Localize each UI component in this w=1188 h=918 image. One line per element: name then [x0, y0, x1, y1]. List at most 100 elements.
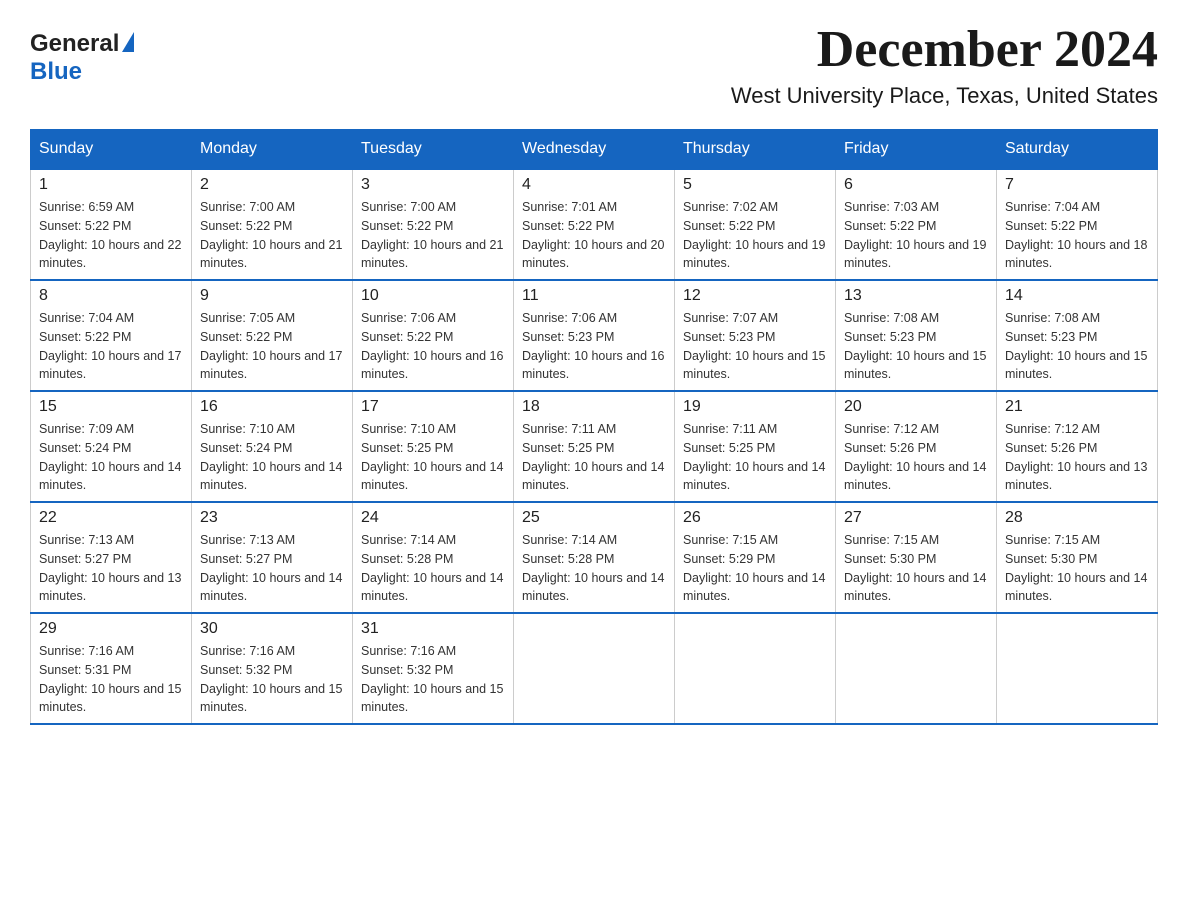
- day-number: 29: [39, 620, 183, 638]
- day-info: Sunrise: 7:04 AM Sunset: 5:22 PM Dayligh…: [39, 309, 183, 384]
- day-info: Sunrise: 7:09 AM Sunset: 5:24 PM Dayligh…: [39, 420, 183, 495]
- day-number: 11: [522, 287, 666, 305]
- day-info: Sunrise: 7:07 AM Sunset: 5:23 PM Dayligh…: [683, 309, 827, 384]
- calendar-day-21: 21 Sunrise: 7:12 AM Sunset: 5:26 PM Dayl…: [997, 391, 1158, 502]
- logo-triangle-icon: [122, 32, 134, 52]
- day-info: Sunrise: 7:16 AM Sunset: 5:32 PM Dayligh…: [361, 642, 505, 717]
- logo-general-text: General: [30, 30, 119, 58]
- logo: General Blue: [30, 30, 134, 86]
- calendar-day-10: 10 Sunrise: 7:06 AM Sunset: 5:22 PM Dayl…: [353, 280, 514, 391]
- day-info: Sunrise: 7:14 AM Sunset: 5:28 PM Dayligh…: [522, 531, 666, 606]
- day-number: 13: [844, 287, 988, 305]
- day-number: 10: [361, 287, 505, 305]
- day-number: 26: [683, 509, 827, 527]
- day-info: Sunrise: 7:11 AM Sunset: 5:25 PM Dayligh…: [522, 420, 666, 495]
- calendar-header-wednesday: Wednesday: [514, 130, 675, 170]
- day-number: 5: [683, 176, 827, 194]
- calendar-day-22: 22 Sunrise: 7:13 AM Sunset: 5:27 PM Dayl…: [31, 502, 192, 613]
- day-info: Sunrise: 7:03 AM Sunset: 5:22 PM Dayligh…: [844, 198, 988, 273]
- day-number: 18: [522, 398, 666, 416]
- day-info: Sunrise: 7:15 AM Sunset: 5:30 PM Dayligh…: [844, 531, 988, 606]
- day-number: 22: [39, 509, 183, 527]
- calendar-week-5: 29 Sunrise: 7:16 AM Sunset: 5:31 PM Dayl…: [31, 613, 1158, 724]
- calendar-week-2: 8 Sunrise: 7:04 AM Sunset: 5:22 PM Dayli…: [31, 280, 1158, 391]
- calendar-header-tuesday: Tuesday: [353, 130, 514, 170]
- calendar-day-empty: [997, 613, 1158, 724]
- calendar-day-25: 25 Sunrise: 7:14 AM Sunset: 5:28 PM Dayl…: [514, 502, 675, 613]
- calendar-day-6: 6 Sunrise: 7:03 AM Sunset: 5:22 PM Dayli…: [836, 169, 997, 280]
- day-info: Sunrise: 7:06 AM Sunset: 5:22 PM Dayligh…: [361, 309, 505, 384]
- calendar-day-empty: [675, 613, 836, 724]
- day-info: Sunrise: 7:15 AM Sunset: 5:29 PM Dayligh…: [683, 531, 827, 606]
- calendar-day-4: 4 Sunrise: 7:01 AM Sunset: 5:22 PM Dayli…: [514, 169, 675, 280]
- day-info: Sunrise: 7:13 AM Sunset: 5:27 PM Dayligh…: [39, 531, 183, 606]
- calendar-day-5: 5 Sunrise: 7:02 AM Sunset: 5:22 PM Dayli…: [675, 169, 836, 280]
- calendar-day-17: 17 Sunrise: 7:10 AM Sunset: 5:25 PM Dayl…: [353, 391, 514, 502]
- day-info: Sunrise: 7:10 AM Sunset: 5:24 PM Dayligh…: [200, 420, 344, 495]
- day-number: 31: [361, 620, 505, 638]
- calendar-day-1: 1 Sunrise: 6:59 AM Sunset: 5:22 PM Dayli…: [31, 169, 192, 280]
- calendar-header-friday: Friday: [836, 130, 997, 170]
- logo-blue-text: Blue: [30, 58, 82, 86]
- calendar-day-20: 20 Sunrise: 7:12 AM Sunset: 5:26 PM Dayl…: [836, 391, 997, 502]
- calendar-header-saturday: Saturday: [997, 130, 1158, 170]
- day-number: 12: [683, 287, 827, 305]
- calendar-day-23: 23 Sunrise: 7:13 AM Sunset: 5:27 PM Dayl…: [192, 502, 353, 613]
- calendar-day-3: 3 Sunrise: 7:00 AM Sunset: 5:22 PM Dayli…: [353, 169, 514, 280]
- day-number: 20: [844, 398, 988, 416]
- title-area: December 2024 West University Place, Tex…: [731, 20, 1158, 109]
- calendar-day-11: 11 Sunrise: 7:06 AM Sunset: 5:23 PM Dayl…: [514, 280, 675, 391]
- day-info: Sunrise: 7:05 AM Sunset: 5:22 PM Dayligh…: [200, 309, 344, 384]
- day-number: 6: [844, 176, 988, 194]
- day-info: Sunrise: 7:02 AM Sunset: 5:22 PM Dayligh…: [683, 198, 827, 273]
- day-number: 14: [1005, 287, 1149, 305]
- calendar-day-14: 14 Sunrise: 7:08 AM Sunset: 5:23 PM Dayl…: [997, 280, 1158, 391]
- calendar-day-2: 2 Sunrise: 7:00 AM Sunset: 5:22 PM Dayli…: [192, 169, 353, 280]
- day-info: Sunrise: 7:00 AM Sunset: 5:22 PM Dayligh…: [361, 198, 505, 273]
- day-number: 28: [1005, 509, 1149, 527]
- day-info: Sunrise: 7:15 AM Sunset: 5:30 PM Dayligh…: [1005, 531, 1149, 606]
- calendar-day-18: 18 Sunrise: 7:11 AM Sunset: 5:25 PM Dayl…: [514, 391, 675, 502]
- page-header: General Blue December 2024 West Universi…: [30, 20, 1158, 109]
- day-number: 16: [200, 398, 344, 416]
- day-number: 15: [39, 398, 183, 416]
- calendar-day-24: 24 Sunrise: 7:14 AM Sunset: 5:28 PM Dayl…: [353, 502, 514, 613]
- day-number: 2: [200, 176, 344, 194]
- day-info: Sunrise: 7:01 AM Sunset: 5:22 PM Dayligh…: [522, 198, 666, 273]
- day-info: Sunrise: 7:00 AM Sunset: 5:22 PM Dayligh…: [200, 198, 344, 273]
- day-info: Sunrise: 7:16 AM Sunset: 5:32 PM Dayligh…: [200, 642, 344, 717]
- day-number: 1: [39, 176, 183, 194]
- calendar-day-30: 30 Sunrise: 7:16 AM Sunset: 5:32 PM Dayl…: [192, 613, 353, 724]
- day-info: Sunrise: 7:08 AM Sunset: 5:23 PM Dayligh…: [1005, 309, 1149, 384]
- calendar-day-27: 27 Sunrise: 7:15 AM Sunset: 5:30 PM Dayl…: [836, 502, 997, 613]
- day-number: 30: [200, 620, 344, 638]
- day-number: 7: [1005, 176, 1149, 194]
- day-number: 25: [522, 509, 666, 527]
- calendar-day-empty: [514, 613, 675, 724]
- day-number: 23: [200, 509, 344, 527]
- day-info: Sunrise: 7:08 AM Sunset: 5:23 PM Dayligh…: [844, 309, 988, 384]
- calendar-day-29: 29 Sunrise: 7:16 AM Sunset: 5:31 PM Dayl…: [31, 613, 192, 724]
- day-number: 19: [683, 398, 827, 416]
- calendar-day-26: 26 Sunrise: 7:15 AM Sunset: 5:29 PM Dayl…: [675, 502, 836, 613]
- calendar-header-sunday: Sunday: [31, 130, 192, 170]
- day-number: 3: [361, 176, 505, 194]
- calendar-day-13: 13 Sunrise: 7:08 AM Sunset: 5:23 PM Dayl…: [836, 280, 997, 391]
- calendar-day-28: 28 Sunrise: 7:15 AM Sunset: 5:30 PM Dayl…: [997, 502, 1158, 613]
- page-title: December 2024: [731, 20, 1158, 79]
- day-number: 4: [522, 176, 666, 194]
- calendar-header-row: SundayMondayTuesdayWednesdayThursdayFrid…: [31, 130, 1158, 170]
- day-number: 21: [1005, 398, 1149, 416]
- calendar-header-monday: Monday: [192, 130, 353, 170]
- calendar-day-15: 15 Sunrise: 7:09 AM Sunset: 5:24 PM Dayl…: [31, 391, 192, 502]
- calendar-day-16: 16 Sunrise: 7:10 AM Sunset: 5:24 PM Dayl…: [192, 391, 353, 502]
- day-number: 9: [200, 287, 344, 305]
- day-info: Sunrise: 7:10 AM Sunset: 5:25 PM Dayligh…: [361, 420, 505, 495]
- calendar-day-empty: [836, 613, 997, 724]
- day-info: Sunrise: 7:12 AM Sunset: 5:26 PM Dayligh…: [1005, 420, 1149, 495]
- calendar-day-31: 31 Sunrise: 7:16 AM Sunset: 5:32 PM Dayl…: [353, 613, 514, 724]
- page-subtitle: West University Place, Texas, United Sta…: [731, 83, 1158, 109]
- day-info: Sunrise: 7:13 AM Sunset: 5:27 PM Dayligh…: [200, 531, 344, 606]
- day-number: 27: [844, 509, 988, 527]
- calendar-day-7: 7 Sunrise: 7:04 AM Sunset: 5:22 PM Dayli…: [997, 169, 1158, 280]
